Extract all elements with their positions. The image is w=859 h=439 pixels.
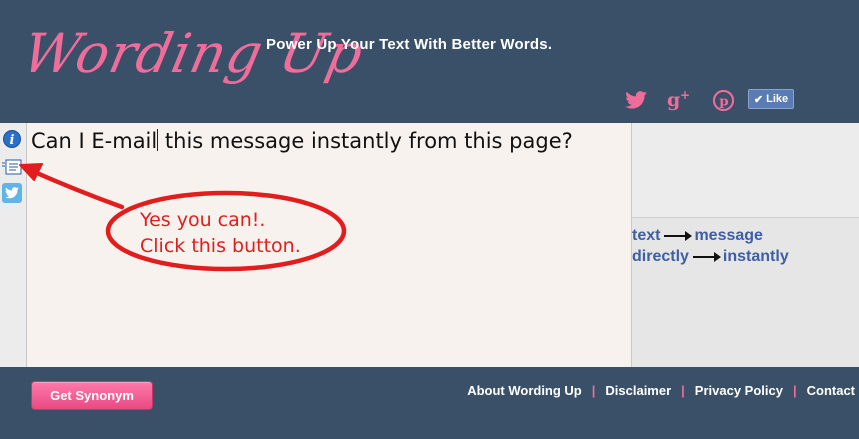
checkmark-icon: ✔	[753, 93, 764, 106]
tool-strip: i	[0, 123, 27, 367]
footer-link-contact[interactable]: Contact	[807, 383, 855, 398]
twitter-share-button[interactable]	[624, 88, 648, 112]
synonym-from: directly	[632, 248, 689, 265]
email-icon	[2, 159, 22, 175]
svg-text:i: i	[10, 133, 15, 148]
footer-link-privacy[interactable]: Privacy Policy	[695, 383, 783, 398]
site-tagline: Power Up Your Text With Better Words.	[266, 36, 553, 53]
right-arrow-icon	[692, 252, 721, 262]
footer-link-about[interactable]: About Wording Up	[467, 383, 582, 398]
site-logo[interactable]: Wording Up	[17, 22, 369, 85]
footer-separator: |	[792, 383, 797, 398]
footer-links: About Wording Up | Disclaimer | Privacy …	[467, 383, 855, 398]
twitter-icon	[2, 183, 22, 203]
annotation-line-2: Click this button.	[140, 235, 301, 257]
synonym-to: message	[694, 227, 763, 244]
main-area: i Can I E-mail this message instantly fr…	[0, 123, 859, 367]
synonym-row[interactable]: directly instantly	[632, 248, 789, 266]
synonym-to: instantly	[722, 248, 789, 265]
google-plus-icon: g +	[667, 89, 690, 111]
synonym-from: text	[632, 227, 661, 244]
svg-text:g: g	[667, 89, 680, 111]
pinterest-icon: p	[712, 89, 734, 111]
synonym-row[interactable]: text message	[632, 227, 763, 245]
editor-text-before-caret: Can I E-mail	[31, 129, 158, 153]
synonym-panel: text message directly instantly	[632, 123, 859, 367]
facebook-like-button[interactable]: ✔ Like	[748, 89, 794, 109]
twitter-icon	[625, 91, 647, 109]
pinterest-share-button[interactable]: p	[711, 88, 735, 112]
google-plus-share-button[interactable]: g +	[666, 88, 694, 112]
info-button[interactable]: i	[2, 129, 22, 149]
footer-separator: |	[591, 383, 596, 398]
like-label: Like	[766, 93, 789, 105]
footer-separator: |	[681, 383, 685, 398]
synonym-panel-top	[632, 123, 859, 218]
svg-text:+: +	[680, 89, 690, 102]
right-arrow-icon	[664, 231, 693, 241]
svg-text:p: p	[719, 93, 728, 109]
annotation-line-1: Yes you can!.	[140, 209, 266, 231]
editor-content[interactable]: Can I E-mail this message instantly from…	[31, 129, 573, 153]
annotation-text: Yes you can!. Click this button.	[140, 207, 301, 259]
info-icon: i	[3, 130, 21, 148]
get-synonym-button[interactable]: Get Synonym	[31, 381, 153, 410]
site-header: Wording Up Power Up Your Text With Bette…	[0, 0, 859, 123]
editor-text-after-caret: this message instantly from this page?	[158, 129, 573, 153]
tweet-button[interactable]	[2, 183, 22, 203]
email-button[interactable]	[2, 157, 22, 177]
text-editor[interactable]: Can I E-mail this message instantly from…	[27, 123, 632, 367]
footer-link-disclaimer[interactable]: Disclaimer	[605, 383, 671, 398]
